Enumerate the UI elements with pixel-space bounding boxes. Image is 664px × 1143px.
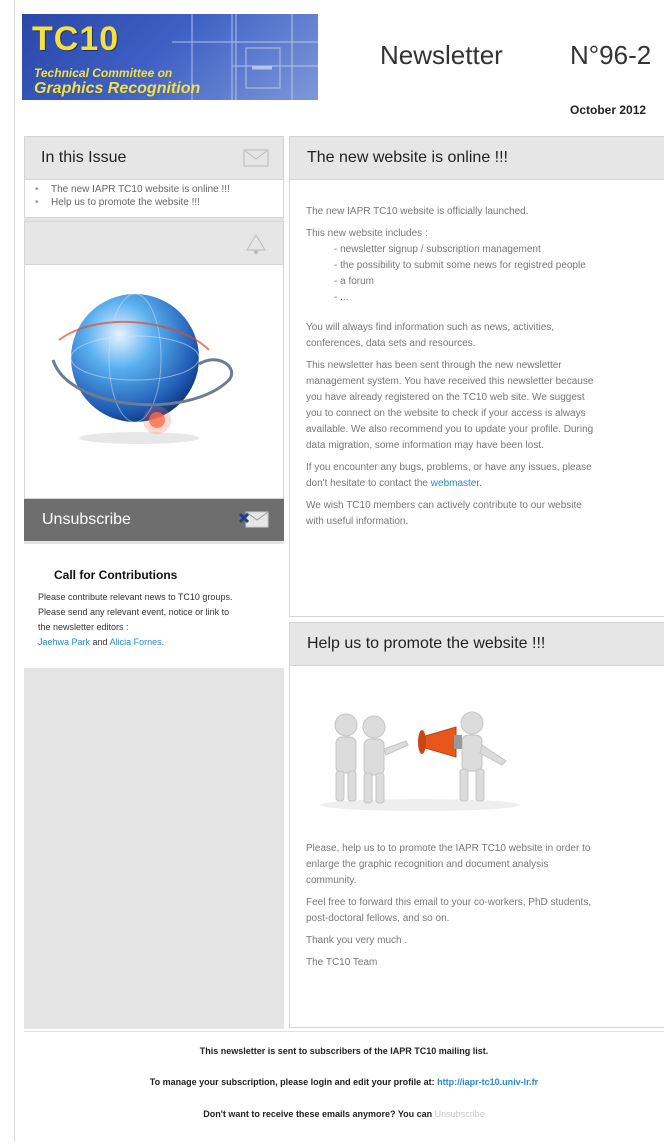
call-for-contributions: Call for Contributions Please contribute… xyxy=(24,544,284,668)
text-line: We wish TC10 members can actively contri… xyxy=(306,500,582,511)
editors-line: Jaehwa Park and Alicia Fornes. xyxy=(38,635,278,650)
newsletter-title: Newsletter xyxy=(380,40,503,70)
editor-link-alicia-fornes[interactable]: Alicia Fornes xyxy=(110,637,162,647)
article1-bullet: - a forum xyxy=(334,276,375,287)
globe-box xyxy=(24,221,284,499)
text-line: management system. You have received thi… xyxy=(306,376,594,387)
article1-p4: This newsletter has been sent through th… xyxy=(306,358,648,454)
megaphone-people-image xyxy=(320,711,520,811)
text-line: with useful information. xyxy=(306,516,409,527)
article-website-online: The new website is online !!! The new IA… xyxy=(289,136,664,617)
article1-p2: This new website includes : xyxy=(306,228,428,239)
globe-box-header xyxy=(25,222,283,265)
article2-p4: The TC10 Team xyxy=(306,957,378,968)
article1-title: The new website is online !!! xyxy=(307,149,508,166)
text-fragment: . xyxy=(479,478,482,489)
period: . xyxy=(161,637,165,647)
call-line: Please contribute relevant news to TC10 … xyxy=(38,592,233,602)
webmaster-link[interactable]: webmaster xyxy=(431,478,479,489)
in-this-issue-header: In this Issue xyxy=(25,137,283,180)
unsubscribe-button[interactable]: Unsubscribe xyxy=(24,499,284,541)
call-title: Call for Contributions xyxy=(54,568,178,582)
logo-subtitle-line1: Technical Committee on xyxy=(34,66,173,80)
text-fragment: To manage your subscription, please logi… xyxy=(149,1077,438,1087)
issue-number: N°96-2 xyxy=(570,40,652,70)
call-text: Please contribute relevant news to TC10 … xyxy=(38,590,278,650)
globe-image xyxy=(51,293,234,444)
article1-bullet: - the possibility to submit some news fo… xyxy=(334,260,586,271)
article2-header: Help us to promote the website !!! xyxy=(290,623,664,666)
article1-bullet: - ... xyxy=(334,292,349,303)
footer-line1: This newsletter is sent to subscribers o… xyxy=(199,1046,489,1056)
text-line: Feel free to forward this email to your … xyxy=(306,897,592,908)
article1-p1: The new IAPR TC10 website is officially … xyxy=(306,206,529,217)
in-this-issue-title: In this Issue xyxy=(41,149,127,166)
logo-title: TC10 xyxy=(32,20,120,58)
text-fragment: don't hesitate to contact the xyxy=(306,478,431,489)
text-line: you have already registered on the TC10 … xyxy=(306,392,585,403)
unsubscribe-envelope-icon xyxy=(238,511,269,528)
article1-p3: You will always find information such as… xyxy=(306,320,648,352)
call-line: Please send any relevant event, notice o… xyxy=(38,607,230,617)
issue-date: October 2012 xyxy=(570,103,647,117)
article2-title: Help us to promote the website !!! xyxy=(307,635,546,652)
envelope-icon xyxy=(243,149,269,167)
footer-line2: To manage your subscription, please logi… xyxy=(24,1077,664,1087)
and-text: and xyxy=(90,637,110,647)
text-line: conferences, data sets and resources. xyxy=(306,338,476,349)
issue-item-website-online[interactable]: The new IAPR TC10 website is online !!! xyxy=(35,183,283,196)
issue-list: The new IAPR TC10 website is online !!! … xyxy=(25,180,283,209)
footer: This newsletter is sent to subscribers o… xyxy=(24,1031,664,1143)
issue-item-promote-website[interactable]: Help us to promote the website !!! xyxy=(35,196,283,209)
article-promote-website: Help us to promote the website !!! Pleas… xyxy=(289,622,664,1028)
text-line: don't hesitate to contact the webmaster. xyxy=(306,476,648,492)
text-line: you to connect on the website to check i… xyxy=(306,408,586,419)
article2-p2: Feel free to forward this email to your … xyxy=(306,895,648,927)
article2-body: Please, help us to to promote the IAPR T… xyxy=(290,841,664,971)
footer-line3: Don't want to receive these emails anymo… xyxy=(24,1109,664,1119)
text-line: This newsletter has been sent through th… xyxy=(306,360,562,371)
editor-link-jaehwa-park[interactable]: Jaehwa Park xyxy=(38,637,90,647)
text-line: enlarge the graphic recognition and docu… xyxy=(306,859,549,870)
article2-p3: Thank you very much . xyxy=(306,935,408,946)
tc10-logo-banner: TC10 Technical Committee on Graphics Rec… xyxy=(22,14,318,100)
footer-unsubscribe-link[interactable]: Unsubscribe xyxy=(435,1109,485,1119)
article1-header: The new website is online !!! xyxy=(290,137,664,180)
text-line: If you encounter any bugs, problems, or … xyxy=(306,462,592,473)
article2-p1: Please, help us to to promote the IAPR T… xyxy=(306,841,648,889)
text-line: You will always find information such as… xyxy=(306,322,555,333)
text-line: available. We also recommend you to upda… xyxy=(306,424,594,435)
article1-p5: If you encounter any bugs, problems, or … xyxy=(306,460,648,492)
unsubscribe-label: Unsubscribe xyxy=(42,511,131,528)
logo-subtitle-line2: Graphics Recognition xyxy=(34,80,201,97)
article1-bullet: - newsletter signup / subscription manag… xyxy=(334,244,541,255)
text-line: post-doctoral fellows, and so on. xyxy=(306,913,450,924)
text-line: Please, help us to to promote the IAPR T… xyxy=(306,843,591,854)
text-line: community. xyxy=(306,875,357,886)
profile-link[interactable]: http://iapr-tc10.univ-lr.fr xyxy=(437,1077,538,1087)
in-this-issue-box: In this Issue The new IAPR TC10 website … xyxy=(24,136,284,218)
article1-body: The new IAPR TC10 website is officially … xyxy=(290,180,664,530)
text-line: data migration, some information may hav… xyxy=(306,440,544,451)
article1-p6: We wish TC10 members can actively contri… xyxy=(306,498,648,530)
call-line: the newsletter editors : xyxy=(38,622,129,632)
bell-icon xyxy=(246,234,266,254)
page-left-border xyxy=(14,0,15,1142)
text-fragment: Don't want to receive these emails anymo… xyxy=(203,1109,435,1119)
